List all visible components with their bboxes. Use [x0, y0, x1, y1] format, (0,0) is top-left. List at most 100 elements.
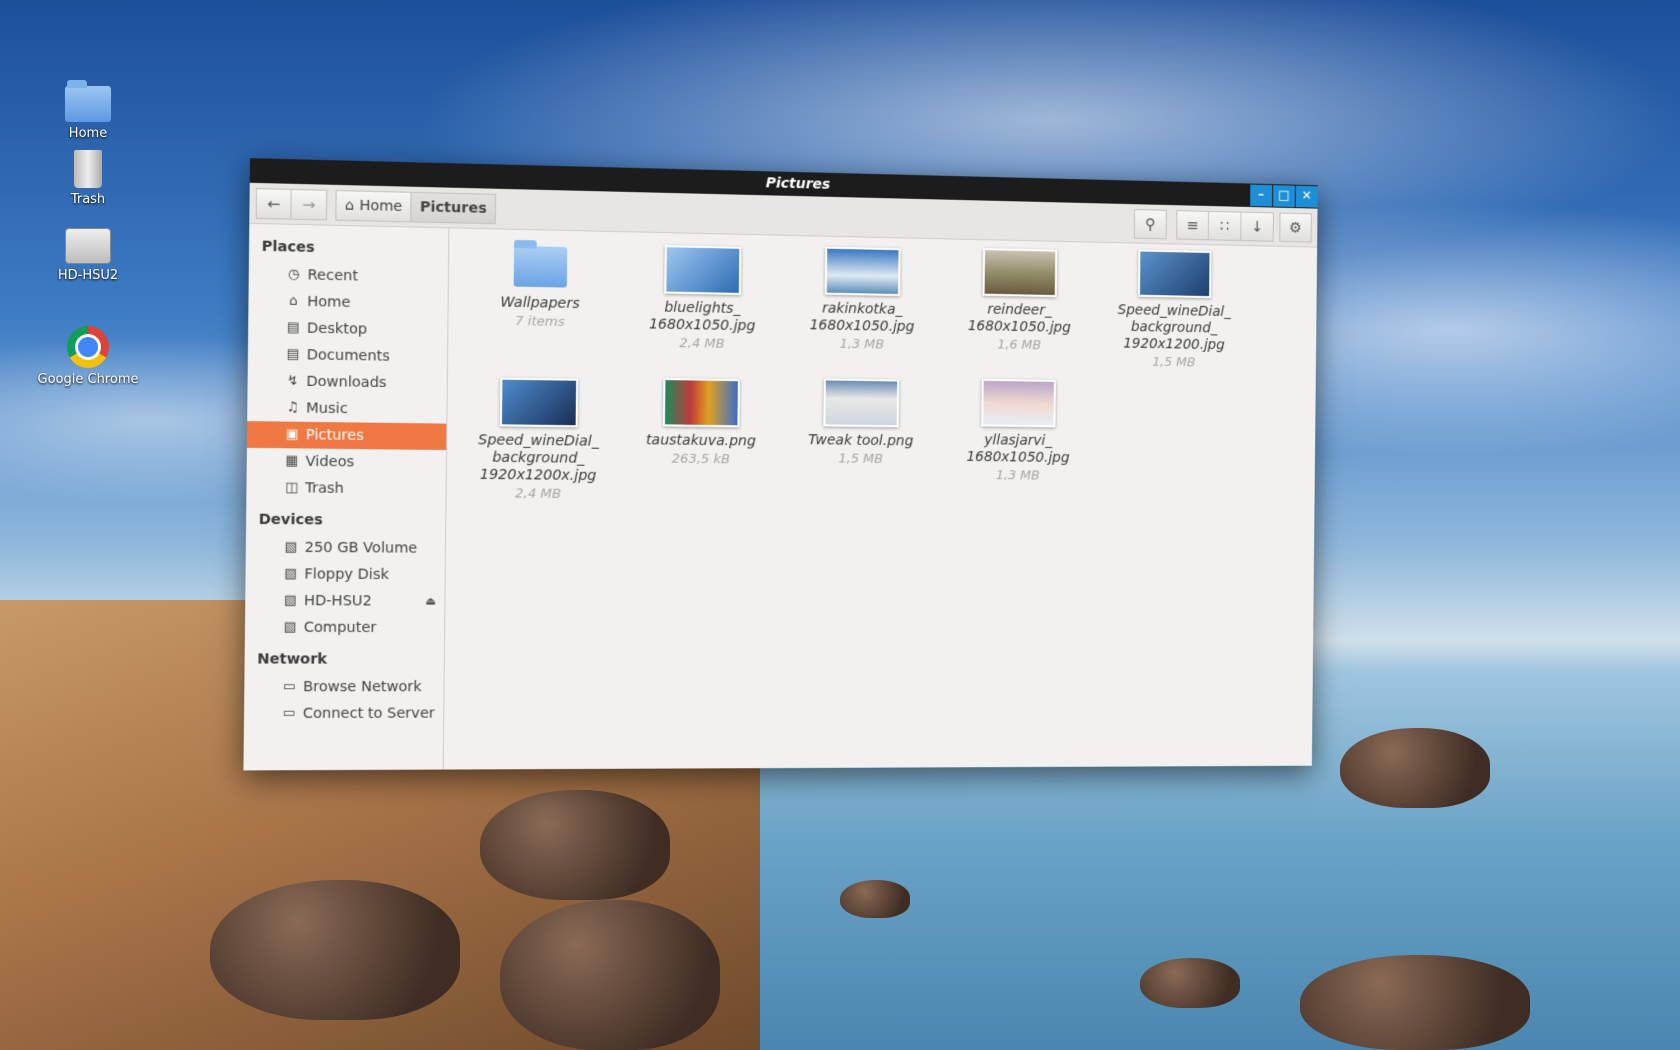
maximize-button[interactable]: □ — [1272, 185, 1296, 208]
minimize-button[interactable]: – — [1250, 184, 1273, 207]
view-buttons: ≡ ∷ ↓ — [1176, 209, 1274, 242]
document-icon: ▤ — [286, 346, 300, 363]
image-thumbnail — [823, 378, 900, 428]
file-meta: 1,6 MB — [997, 337, 1042, 354]
breadcrumb-pictures[interactable]: Pictures — [411, 191, 497, 224]
sidebar-item-label: Music — [306, 400, 348, 418]
home-folder-icon — [65, 80, 111, 122]
window-title: Pictures — [765, 175, 831, 193]
file-item[interactable]: Tweak tool.png 1,5 MB — [786, 378, 936, 471]
image-thumbnail — [1138, 249, 1212, 299]
image-thumbnail — [664, 245, 742, 295]
image-thumbnail — [824, 246, 901, 297]
file-item[interactable]: taustakuva.png 263,5 kB — [625, 377, 777, 470]
sidebar-item-desktop[interactable]: ▤ Desktop — [248, 314, 447, 344]
image-thumbnail — [981, 378, 1056, 428]
sidebar-item-label: Documents — [306, 347, 390, 365]
file-meta: 263,5 kB — [671, 451, 731, 468]
file-item[interactable]: reindeer_ 1680x1050.jpg 1,6 MB — [946, 247, 1093, 357]
sidebar-item-hd-hsu2[interactable]: ▧ HD-HSU2 ⏏ — [245, 588, 444, 615]
file-name: Speed_wineDial_ background_ 1920x1200x.j… — [478, 432, 599, 485]
sidebar-item-250gb-volume[interactable]: ▧ 250 GB Volume — [246, 534, 445, 562]
image-thumbnail — [499, 377, 579, 428]
network-icon: ▭ — [282, 678, 297, 695]
file-item[interactable]: Speed_wineDial_ background_ 1920x1200x.j… — [461, 377, 616, 505]
desktop-icon-home[interactable]: Home — [28, 80, 148, 141]
sort-button[interactable]: ↓ — [1241, 211, 1274, 242]
settings-button[interactable]: ⚙ — [1279, 212, 1312, 243]
sidebar-item-home[interactable]: ⌂ Home — [248, 288, 447, 318]
arrow-left-icon: ← — [266, 193, 281, 213]
sidebar-item-pictures[interactable]: ▣ Pictures — [246, 421, 447, 451]
sidebar-item-documents[interactable]: ▤ Documents — [248, 341, 447, 371]
sidebar-section-places: Places — [261, 238, 315, 257]
file-view[interactable]: Wallpapers 7 items bluelights_ 1680x1050… — [444, 228, 1317, 769]
clock-icon: ◷ — [287, 266, 300, 283]
sidebar-section-devices: Devices — [258, 511, 323, 529]
sort-down-icon: ↓ — [1250, 217, 1264, 236]
forward-button[interactable]: → — [291, 188, 328, 220]
wallpaper-rock — [1340, 728, 1490, 808]
wallpaper-rock — [840, 880, 910, 918]
drive-icon: ▧ — [284, 539, 298, 555]
close-button[interactable]: ✕ — [1295, 185, 1318, 208]
desktop-icon-label: HD-HSU2 — [57, 268, 119, 283]
file-item[interactable]: yllasjarvi_ 1680x1050.jpg 1,3 MB — [944, 378, 1091, 487]
file-item[interactable]: rakinkotka_ 1680x1050.jpg 1,3 MB — [787, 246, 937, 356]
file-item-wallpapers[interactable]: Wallpapers 7 items — [463, 245, 617, 334]
file-item[interactable]: Speed_wineDial_ background_ 1920x1200.jp… — [1102, 249, 1247, 374]
file-meta: 7 items — [514, 313, 565, 331]
sidebar-item-browse-network[interactable]: ▭ Browse Network — [244, 674, 443, 701]
grid-view-button[interactable]: ∷ — [1208, 210, 1242, 241]
sidebar-item-music[interactable]: ♫ Music — [247, 394, 446, 423]
file-meta: 2,4 MB — [679, 336, 725, 352]
download-icon: ↯ — [286, 373, 299, 389]
sidebar-section-network: Network — [257, 651, 328, 668]
file-name: Tweak tool.png — [808, 432, 914, 450]
trash-icon: ◫ — [285, 480, 299, 496]
file-name: yllasjarvi_ 1680x1050.jpg — [966, 432, 1070, 466]
back-button[interactable]: ← — [255, 187, 292, 220]
sidebar-item-floppy-disk[interactable]: ▧ Floppy Disk — [245, 561, 444, 589]
sidebar-item-downloads[interactable]: ↯ Downloads — [247, 368, 446, 397]
music-note-icon: ♫ — [286, 400, 299, 416]
history-buttons: ← → — [255, 187, 328, 220]
home-icon: ⌂ — [289, 293, 299, 309]
file-name: rakinkotka_ 1680x1050.jpg — [809, 300, 915, 336]
desktop-icon-trash[interactable]: Trash — [28, 150, 148, 207]
desktop-icon-drive[interactable]: HD-HSU2 — [28, 228, 148, 283]
chrome-icon — [67, 326, 109, 368]
computer-icon: ▧ — [283, 619, 297, 635]
folder-icon — [513, 245, 568, 288]
sidebar-item-label: Pictures — [305, 426, 364, 445]
sidebar-item-videos[interactable]: ▦ Videos — [247, 448, 446, 477]
sidebar-item-label: Recent — [307, 267, 359, 285]
sidebar-item-label: Browse Network — [303, 678, 422, 696]
file-manager-window: Pictures – □ ✕ ← → ⌂ Home Pictures ⚲ ≡ ∷… — [243, 158, 1318, 771]
wallpaper-rock — [210, 880, 460, 1020]
file-item[interactable]: bluelights_ 1680x1050.jpg 2,4 MB — [626, 244, 778, 355]
arrow-right-icon: → — [302, 194, 316, 214]
desktop-icon-label: Google Chrome — [37, 372, 139, 387]
file-meta: 1,3 MB — [839, 336, 885, 353]
wallpaper-rock — [500, 900, 720, 1050]
breadcrumb-label: Pictures — [419, 198, 487, 217]
eject-icon[interactable]: ⏏ — [425, 588, 436, 615]
wallpaper-rock — [1300, 955, 1530, 1050]
list-view-button[interactable]: ≡ — [1176, 209, 1210, 240]
trash-icon — [74, 150, 102, 188]
sidebar-item-label: Connect to Server — [302, 705, 435, 723]
sidebar-item-trash[interactable]: ◫ Trash — [246, 475, 445, 503]
sidebar-item-computer[interactable]: ▧ Computer — [245, 614, 444, 641]
desktop-icon-label: Trash — [70, 192, 106, 207]
sidebar-item-label: Floppy Disk — [304, 566, 389, 584]
drive-icon — [65, 228, 111, 264]
sidebar-item-connect-server[interactable]: ▭ Connect to Server — [244, 700, 443, 727]
desktop-icon-label: Home — [68, 126, 108, 141]
search-button[interactable]: ⚲ — [1133, 208, 1167, 239]
desktop-icon-chrome[interactable]: Google Chrome — [28, 326, 148, 387]
image-thumbnail — [662, 378, 740, 428]
breadcrumb-home[interactable]: ⌂ Home — [335, 189, 412, 222]
file-meta: 1,5 MB — [838, 451, 884, 467]
sidebar-item-recent[interactable]: ◷ Recent — [249, 261, 448, 292]
